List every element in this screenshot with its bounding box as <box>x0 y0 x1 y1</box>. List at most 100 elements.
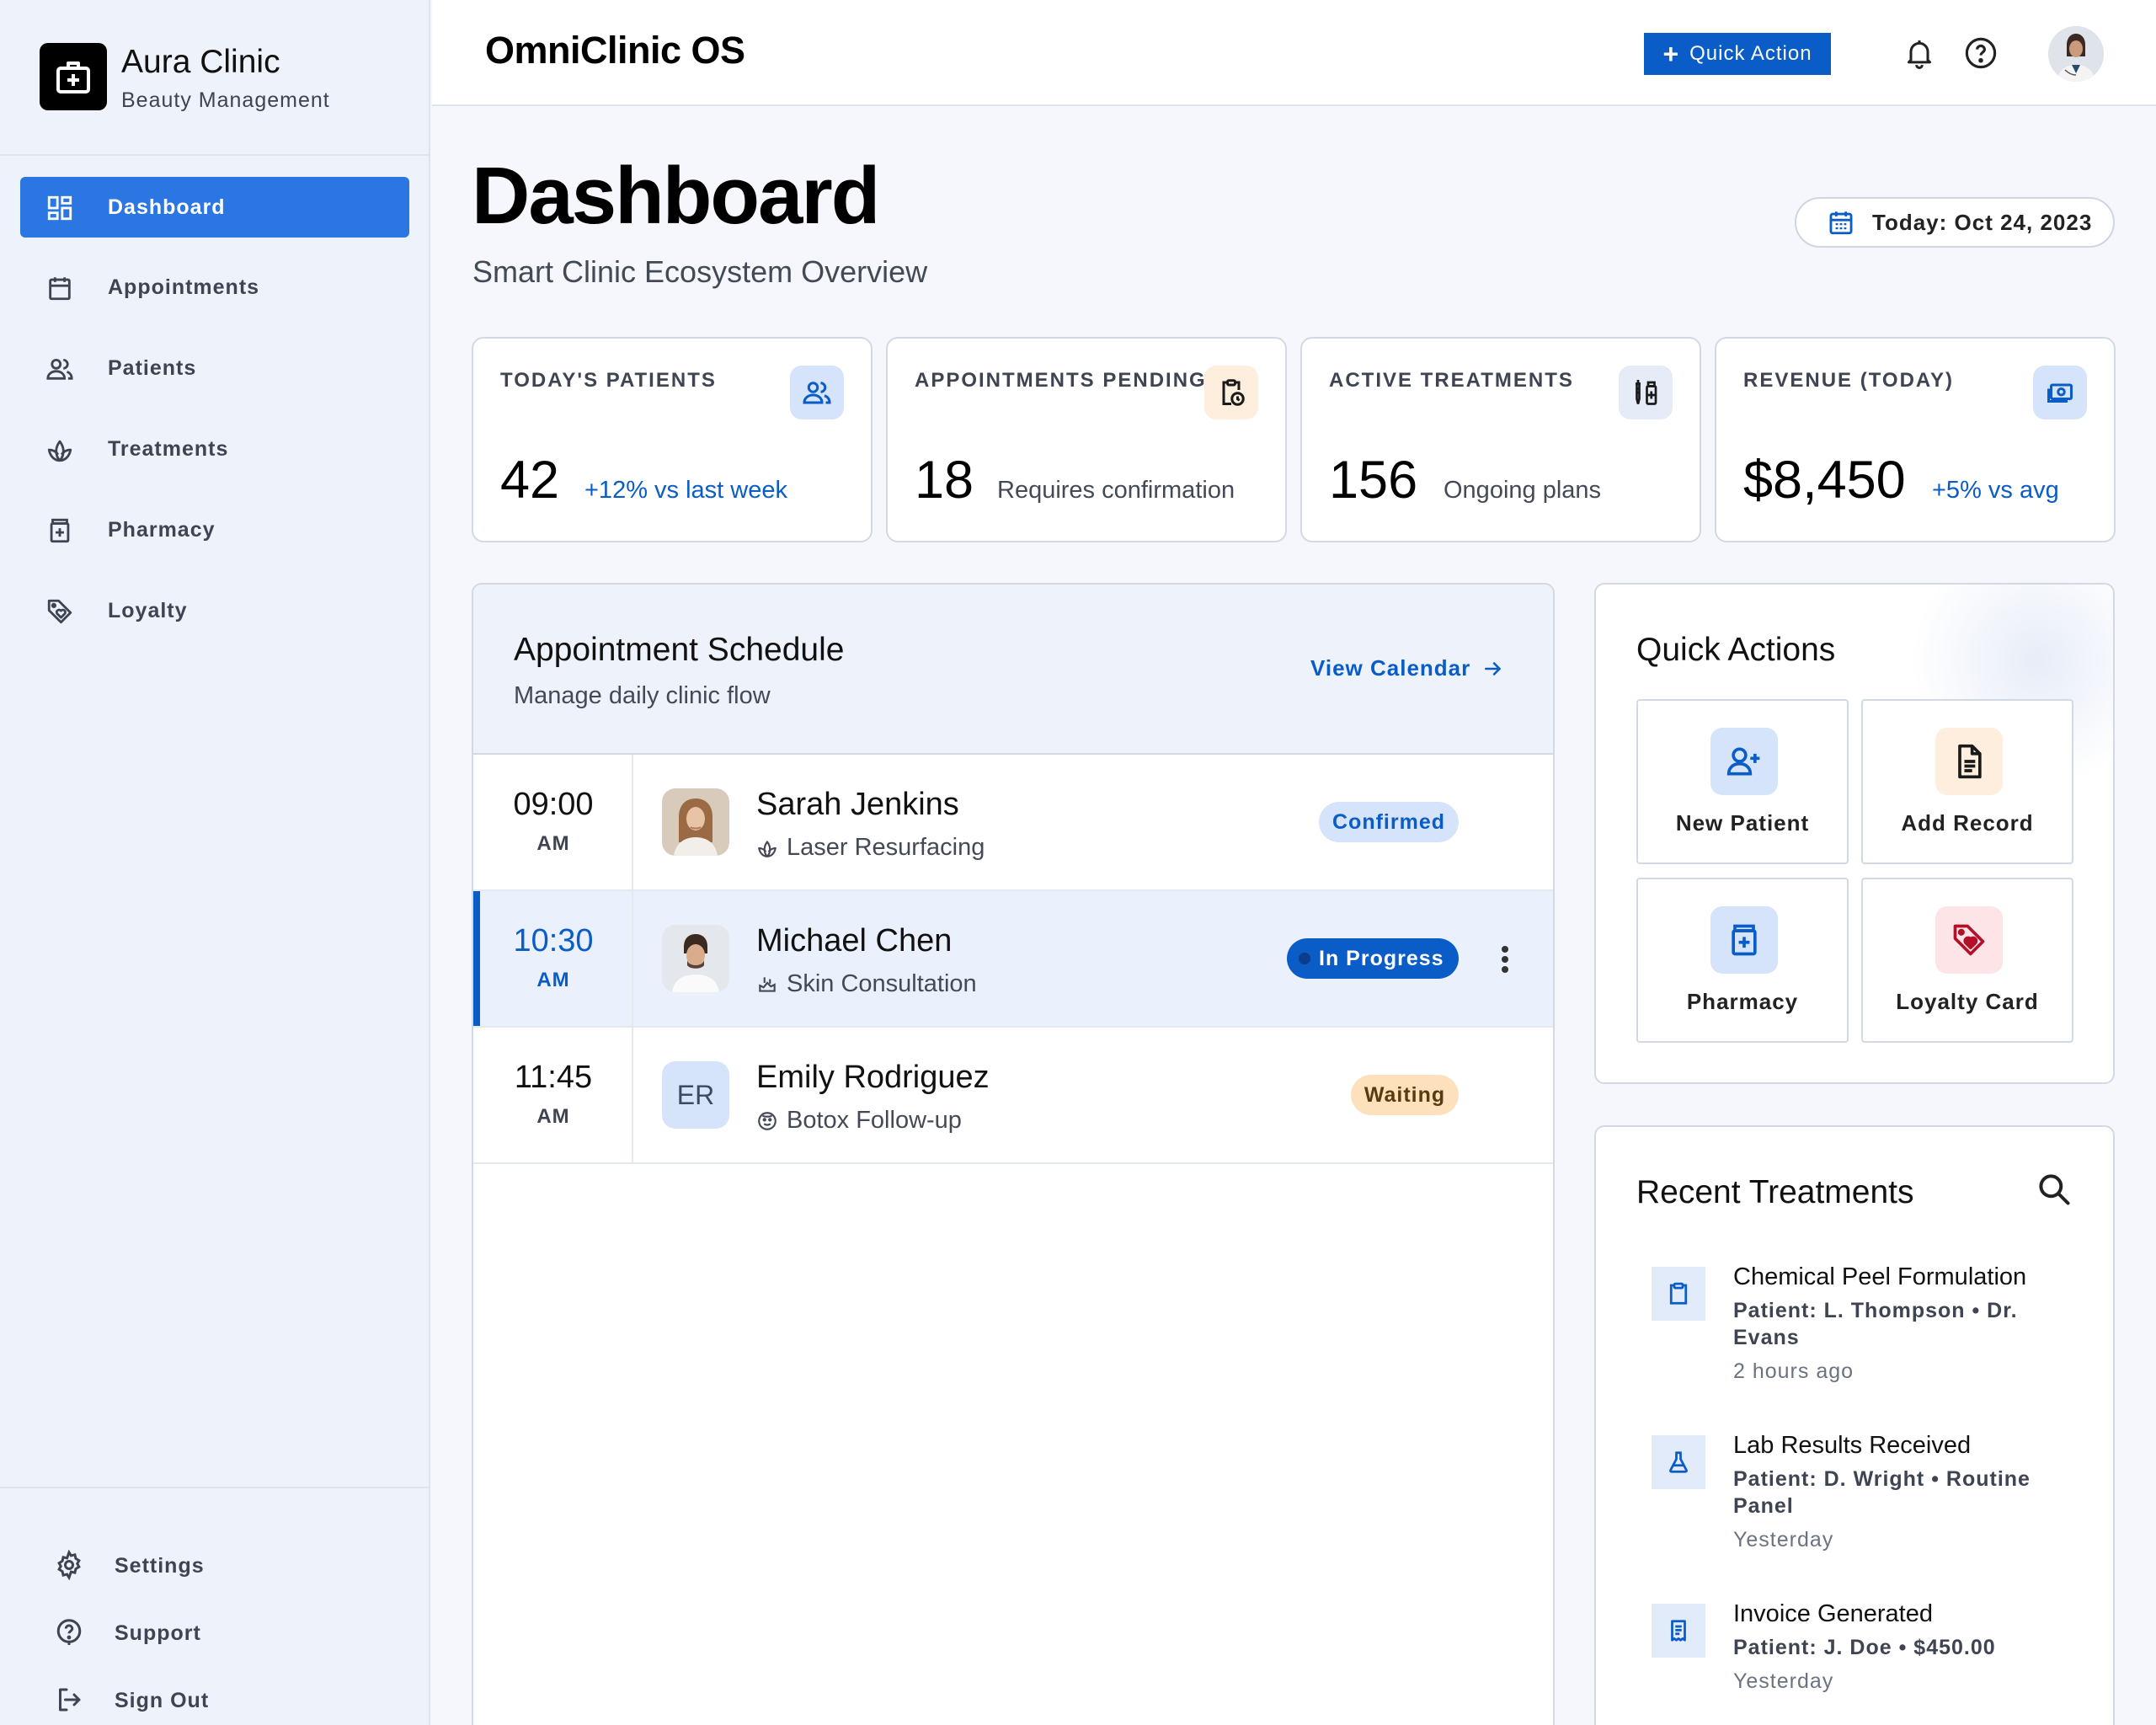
brand-block: Aura Clinic Beauty Management <box>0 0 429 156</box>
add-record-button[interactable]: Add Record <box>1861 699 2073 864</box>
page-subtitle: Smart Clinic Ecosystem Overview <box>472 254 928 289</box>
stat-label: REVENUE (TODAY) <box>1743 369 1955 392</box>
settings-link[interactable]: Settings <box>34 1539 387 1589</box>
quick-actions-title: Quick Actions <box>1636 632 1836 668</box>
appointment-time: 10:30 <box>513 923 594 959</box>
settings-label: Settings <box>115 1554 205 1578</box>
treatment-name: Chemical Peel Formulation <box>1733 1263 2027 1290</box>
quick-action-button[interactable]: + Quick Action <box>1644 33 1831 75</box>
support-label: Support <box>115 1621 201 1645</box>
appointment-row[interactable]: 10:30 AM Michael Chen Skin Consultation … <box>473 891 1553 1028</box>
help-icon <box>54 1617 84 1648</box>
treatment-label: Skin Consultation <box>787 970 977 997</box>
syringe-icon <box>1619 366 1673 419</box>
stat-value: $8,450 <box>1743 451 1906 510</box>
sidebar-item-loyalty[interactable]: Loyalty <box>20 580 409 641</box>
time-column: 09:00 AM <box>473 755 633 889</box>
skin-layers-icon <box>756 974 778 996</box>
appointment-ampm: AM <box>536 969 570 991</box>
sidebar-item-label: Treatments <box>108 437 229 461</box>
status-badge: Waiting <box>1351 1075 1459 1115</box>
treatment-type: Laser Resurfacing <box>756 834 985 862</box>
sidebar-item-label: Dashboard <box>108 195 226 219</box>
stat-card-appointments-pending: APPOINTMENTS PENDING 18 Requires confirm… <box>886 337 1287 542</box>
page-title: Dashboard <box>472 151 880 241</box>
recent-treatments-panel: Recent Treatments Chemical Peel Formulat… <box>1594 1125 2115 1725</box>
receipt-icon <box>1652 1604 1705 1658</box>
support-link[interactable]: Support <box>34 1606 387 1657</box>
more-options-icon[interactable] <box>1492 938 1518 980</box>
appointment-time: 09:00 <box>513 787 594 822</box>
brand-subtitle: Beauty Management <box>121 88 330 112</box>
help-icon[interactable] <box>1961 34 2000 72</box>
quick-action-label: New Patient <box>1675 810 1810 836</box>
lotus-icon <box>756 837 778 859</box>
treatment-label: Botox Follow-up <box>787 1107 962 1134</box>
loyalty-card-button[interactable]: Loyalty Card <box>1861 878 2073 1043</box>
recent-treatments-title: Recent Treatments <box>1636 1174 1914 1210</box>
sidebar-item-label: Loyalty <box>108 599 188 622</box>
appointment-row[interactable]: 11:45 AM ER Emily Rodriguez Botox Follow… <box>473 1028 1553 1164</box>
patient-name: Michael Chen <box>756 923 953 959</box>
appointment-schedule-panel: Appointment Schedule Manage daily clinic… <box>472 583 1555 1725</box>
quick-actions-panel: Quick Actions New Patient Add Record Pha… <box>1594 583 2115 1084</box>
sign-out-link[interactable]: Sign Out <box>34 1674 387 1724</box>
tag-heart-icon <box>1935 906 2003 974</box>
sign-out-label: Sign Out <box>115 1689 210 1712</box>
treatment-time: 2 hours ago <box>1733 1359 1854 1383</box>
appointment-ampm: AM <box>536 1105 570 1128</box>
stat-note: Requires confirmation <box>997 477 1235 504</box>
treatment-type: Skin Consultation <box>756 970 977 998</box>
date-picker[interactable]: Today: Oct 24, 2023 <box>1795 197 2115 248</box>
schedule-subtitle: Manage daily clinic flow <box>514 682 771 709</box>
sidebar-item-treatments[interactable]: Treatments <box>20 419 409 479</box>
search-icon[interactable] <box>2036 1171 2073 1208</box>
app-title: OmniClinic OS <box>485 29 745 72</box>
schedule-title: Appointment Schedule <box>514 632 845 668</box>
stat-label: APPOINTMENTS PENDING <box>915 369 1207 392</box>
medicine-icon <box>45 516 74 545</box>
time-column: 10:30 AM <box>473 891 633 1026</box>
stat-note: +12% vs last week <box>584 477 787 504</box>
stat-value: 18 <box>915 451 974 510</box>
calendar-icon <box>1827 208 1855 237</box>
medical-bag-icon <box>40 43 107 110</box>
status-label: In Progress <box>1319 946 1444 970</box>
stat-card-todays-patients: TODAY'S PATIENTS 42 +12% vs last week <box>472 337 873 542</box>
patient-avatar <box>662 925 729 992</box>
calendar-icon <box>45 274 74 302</box>
quick-action-label: Add Record <box>1901 810 2034 836</box>
sidebar-item-pharmacy[interactable]: Pharmacy <box>20 499 409 560</box>
face-icon <box>756 1110 778 1132</box>
status-dot <box>1299 953 1310 964</box>
stat-value: 156 <box>1329 451 1418 510</box>
appointment-row[interactable]: 09:00 AM Sarah Jenkins Laser Resurfacing… <box>473 755 1553 891</box>
payments-icon <box>2033 366 2087 419</box>
user-avatar[interactable] <box>2048 26 2104 82</box>
new-patient-button[interactable]: New Patient <box>1636 699 1849 864</box>
person-add-icon <box>1710 728 1778 795</box>
bell-icon[interactable] <box>1900 34 1939 72</box>
sidebar-item-appointments[interactable]: Appointments <box>20 257 409 318</box>
appointment-time: 11:45 <box>514 1060 593 1095</box>
gear-icon <box>54 1550 84 1580</box>
sidebar-footer: Settings Support Sign Out <box>0 1487 429 1725</box>
stat-value: 42 <box>500 451 560 510</box>
stat-label: TODAY'S PATIENTS <box>500 369 717 392</box>
status-badge: In Progress <box>1287 938 1459 979</box>
stat-card-active-treatments: ACTIVE TREATMENTS 156 Ongoing plans <box>1300 337 1701 542</box>
view-calendar-link[interactable]: View Calendar <box>1310 655 1504 681</box>
time-column: 11:45 AM <box>473 1028 633 1162</box>
patients-icon <box>45 355 74 383</box>
sidebar-item-dashboard[interactable]: Dashboard <box>20 177 409 238</box>
arrow-right-icon <box>1482 658 1504 680</box>
plus-icon: + <box>1662 39 1680 69</box>
stat-card-revenue: REVENUE (TODAY) $8,450 +5% vs avg <box>1715 337 2116 542</box>
pharmacy-button[interactable]: Pharmacy <box>1636 878 1849 1043</box>
treatment-detail: Patient: J. Doe • $450.00 <box>1733 1636 1996 1659</box>
status-badge: Confirmed <box>1319 802 1459 842</box>
tag-heart-icon <box>45 597 74 626</box>
document-icon <box>1935 728 2003 795</box>
view-calendar-label: View Calendar <box>1310 655 1471 681</box>
sidebar-item-patients[interactable]: Patients <box>20 338 409 398</box>
